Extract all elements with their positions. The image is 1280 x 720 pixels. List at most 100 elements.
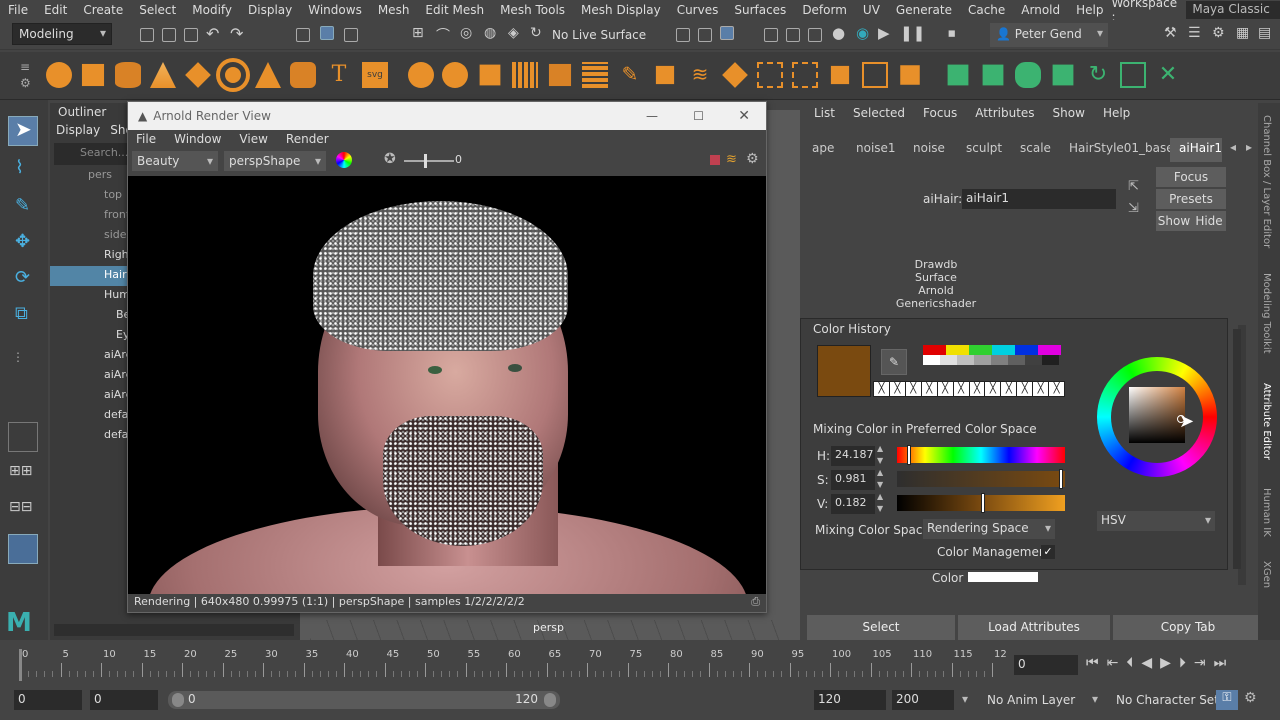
step-forward-key-icon[interactable]: ⇥ bbox=[1194, 655, 1206, 671]
eyedropper-icon[interactable]: ✎ bbox=[881, 349, 907, 375]
four-view-icon[interactable]: ⊞⊞ bbox=[8, 462, 38, 492]
xgen-preview-icon[interactable] bbox=[1120, 62, 1146, 88]
menu-file[interactable]: File bbox=[0, 3, 36, 17]
ae-tab[interactable]: ape bbox=[812, 141, 834, 155]
ae-copy-tab-button[interactable]: Copy Tab bbox=[1113, 615, 1263, 640]
render-settings-gear-icon[interactable]: ⚙ bbox=[746, 151, 759, 167]
tab-right-arrow-icon[interactable]: ▸ bbox=[1246, 140, 1252, 154]
snap-surface-icon[interactable]: ◈ bbox=[508, 25, 519, 41]
xgen-groom-icon[interactable] bbox=[1015, 62, 1041, 88]
ae-tab[interactable]: scale bbox=[1020, 141, 1051, 155]
input-connection-icon[interactable]: ⇲ bbox=[1128, 201, 1139, 216]
hue-stepper-icon[interactable]: ▲ ▼ bbox=[877, 443, 883, 467]
layer-editor-icon[interactable]: ▤ bbox=[1258, 25, 1271, 41]
hide-button[interactable]: Hide bbox=[1192, 211, 1226, 231]
menu-edit-mesh[interactable]: Edit Mesh bbox=[417, 3, 492, 17]
ae-tab[interactable]: HairStyle01_base bbox=[1069, 141, 1174, 155]
arnold-render-icon[interactable]: ▶ bbox=[878, 24, 890, 42]
character-set-label[interactable]: No Character Set bbox=[1116, 693, 1219, 707]
menu-mesh-display[interactable]: Mesh Display bbox=[573, 3, 669, 17]
menu-windows[interactable]: Windows bbox=[300, 3, 370, 17]
poly-cone-icon[interactable] bbox=[150, 62, 176, 88]
tab-human-ik[interactable]: Human IK bbox=[1261, 488, 1272, 537]
go-to-start-icon[interactable]: ⏮ bbox=[1086, 655, 1099, 671]
menu-deform[interactable]: Deform bbox=[794, 3, 855, 17]
ae-tab[interactable]: noise bbox=[913, 141, 945, 155]
hue-field[interactable]: 24.187 bbox=[831, 446, 875, 466]
user-account-button[interactable]: 👤 Peter Gend ▾ bbox=[990, 23, 1108, 47]
select-tool-icon[interactable]: ➤ bbox=[8, 116, 38, 146]
saturation-field[interactable]: 0.981 bbox=[831, 470, 875, 490]
current-frame-field[interactable]: 0 bbox=[1014, 655, 1078, 675]
menu-curves[interactable]: Curves bbox=[669, 3, 727, 17]
mix-space-dropdown[interactable]: Rendering Space ▾ bbox=[923, 519, 1055, 539]
show-button[interactable]: Show bbox=[1156, 211, 1192, 231]
hypershade-icon[interactable]: ● bbox=[832, 24, 845, 42]
menu-cache[interactable]: Cache bbox=[960, 3, 1013, 17]
minimize-icon[interactable]: — bbox=[646, 109, 658, 123]
time-slider[interactable]: 0 5 10 15 20 25 30 35 40 45 50 55 60 65 70 75 80 85 90 95 10… bbox=[0, 645, 1280, 685]
attribute-editor-icon[interactable]: ☰ bbox=[1188, 25, 1201, 41]
arnold-ipr-icon[interactable]: ◉ bbox=[856, 24, 869, 42]
maximize-icon[interactable]: ☐ bbox=[693, 109, 704, 123]
ipr-render-icon[interactable] bbox=[786, 28, 800, 42]
fill-hole-icon[interactable] bbox=[722, 62, 748, 88]
snap-grid-icon[interactable]: ⊞ bbox=[412, 25, 424, 41]
single-perspective-icon[interactable] bbox=[8, 422, 38, 452]
history-swatch[interactable] bbox=[991, 355, 1008, 365]
outliner-item[interactable]: defa bbox=[104, 408, 128, 421]
scale-tool-icon[interactable]: ⧉ bbox=[8, 302, 38, 332]
play-forwards-icon[interactable]: ▶ bbox=[1160, 655, 1171, 671]
bridge-icon[interactable] bbox=[582, 62, 608, 88]
step-forward-frame-icon[interactable]: ⏵ bbox=[1179, 655, 1186, 671]
ae-menu-show[interactable]: Show bbox=[1053, 106, 1085, 122]
poly-sphere-icon[interactable] bbox=[46, 62, 72, 88]
outliner-persp-icon[interactable] bbox=[8, 534, 38, 564]
unfold-icon[interactable] bbox=[900, 65, 920, 85]
svg-tool-icon[interactable]: svg bbox=[362, 62, 388, 88]
history-swatch[interactable] bbox=[992, 345, 1015, 355]
workspace-dropdown[interactable]: Maya Classic bbox=[1186, 1, 1280, 19]
step-back-frame-icon[interactable]: ⏴ bbox=[1126, 655, 1133, 671]
paint-select-icon[interactable]: ✎ bbox=[8, 194, 38, 224]
mirror-icon[interactable] bbox=[479, 64, 501, 86]
snapshot-icon[interactable]: ⎙ bbox=[751, 595, 760, 609]
auto-uv-icon[interactable] bbox=[830, 65, 850, 85]
xgen-modifier-icon[interactable]: ✕ bbox=[1155, 62, 1181, 88]
stop-icon[interactable]: ⏹ bbox=[948, 24, 956, 42]
playback-end-field[interactable]: 120 bbox=[814, 690, 886, 710]
poly-cylinder-icon[interactable] bbox=[115, 62, 141, 88]
render-menu-window[interactable]: Window bbox=[174, 132, 221, 148]
modeling-toolkit-icon[interactable]: ⚒ bbox=[1164, 25, 1177, 41]
menu-display[interactable]: Display bbox=[240, 3, 300, 17]
smooth-icon[interactable] bbox=[512, 62, 538, 88]
hue-slider[interactable] bbox=[897, 447, 1065, 463]
select-hierarchy-icon[interactable] bbox=[296, 28, 310, 42]
play-backwards-icon[interactable]: ◀ bbox=[1141, 655, 1152, 671]
cut-uv-icon[interactable] bbox=[862, 62, 888, 88]
redo-icon[interactable]: ↷ bbox=[230, 24, 243, 43]
ae-menu-list[interactable]: List bbox=[814, 106, 835, 122]
current-color-swatch[interactable] bbox=[817, 345, 871, 397]
shelf-menu-icon[interactable]: ≡ bbox=[20, 60, 30, 74]
history-swatch[interactable] bbox=[1015, 345, 1038, 355]
two-view-icon[interactable]: ⊟⊟ bbox=[8, 498, 38, 528]
render-view-toggle-icon[interactable] bbox=[720, 26, 734, 40]
ae-select-button[interactable]: Select bbox=[807, 615, 955, 640]
xgen-refresh-icon[interactable]: ↻ bbox=[1085, 62, 1111, 88]
render-menu-file[interactable]: File bbox=[136, 132, 156, 148]
shelf-settings-icon[interactable]: ⚙ bbox=[20, 76, 31, 90]
input-line-icon[interactable] bbox=[676, 28, 690, 42]
color-model-dropdown[interactable]: HSV ▾ bbox=[1097, 511, 1215, 531]
anim-end-field[interactable]: 200 bbox=[892, 690, 954, 710]
pause-icon[interactable]: ❚❚ bbox=[900, 24, 925, 42]
output-connection-icon[interactable]: ⇱ bbox=[1128, 179, 1139, 194]
close-icon[interactable]: ✕ bbox=[738, 108, 750, 124]
outliner-item[interactable]: pers bbox=[88, 168, 112, 181]
ae-menu-help[interactable]: Help bbox=[1103, 106, 1130, 122]
xgen-create-icon[interactable] bbox=[947, 64, 969, 86]
step-back-key-icon[interactable]: ⇤ bbox=[1107, 655, 1119, 671]
lasso-tool-icon[interactable]: ⌇ bbox=[8, 156, 38, 186]
poly-torus-icon[interactable] bbox=[220, 62, 246, 88]
ae-tab-active[interactable]: aiHair1 bbox=[1179, 141, 1222, 155]
